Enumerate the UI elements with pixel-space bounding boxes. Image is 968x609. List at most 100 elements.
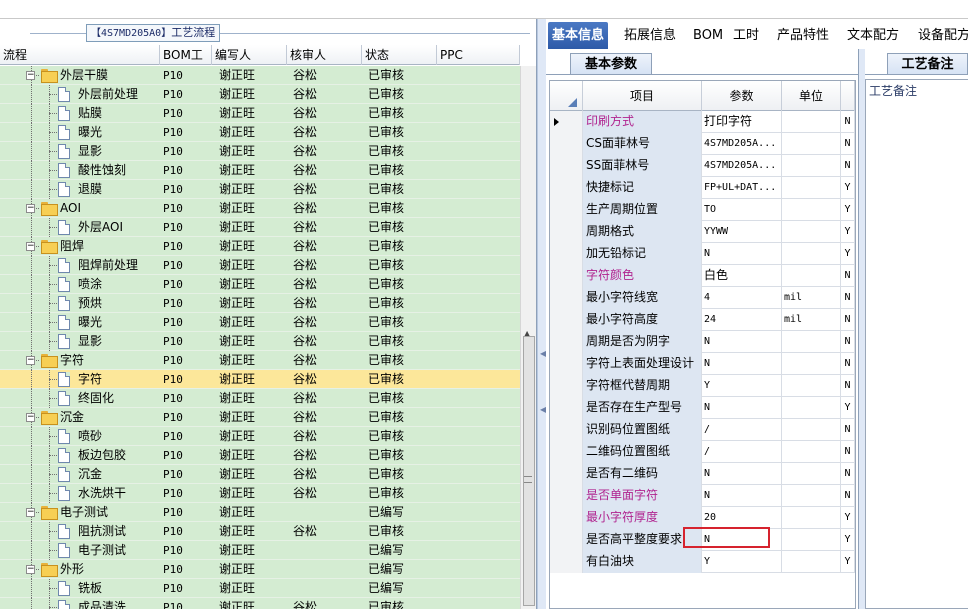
param-unit-cell[interactable] — [782, 441, 841, 463]
tree-row[interactable]: 酸性蚀刻 P10 谢正旺 谷松 已审核 — [0, 161, 520, 180]
param-unit-cell[interactable] — [782, 529, 841, 551]
param-row[interactable]: 有白油块 Y Y — [550, 551, 855, 573]
param-row[interactable]: 周期格式 YYWW Y — [550, 221, 855, 243]
collapse-left-icon[interactable]: ◀ — [540, 350, 546, 358]
tree-row[interactable]: 曝光 P10 谢正旺 谷松 已审核 — [0, 123, 520, 142]
col-header-flow[interactable]: 流程 — [0, 45, 160, 65]
param-value-cell[interactable]: N — [702, 397, 782, 419]
tree-row[interactable]: − 字符 P10 谢正旺 谷松 已审核 — [0, 351, 520, 370]
tab-work-hours[interactable]: 工时 — [729, 22, 763, 49]
row-indicator[interactable] — [550, 463, 583, 485]
param-unit-cell[interactable] — [782, 419, 841, 441]
tab-bom[interactable]: BOM — [689, 22, 727, 49]
tree-row[interactable]: 沉金 P10 谢正旺 谷松 已审核 — [0, 465, 520, 484]
param-unit-cell[interactable] — [782, 155, 841, 177]
param-row[interactable]: SS面菲林号 4S7MD205A... N — [550, 155, 855, 177]
param-unit-cell[interactable] — [782, 507, 841, 529]
param-unit-cell[interactable]: mil — [782, 287, 841, 309]
tab-basic-info[interactable]: 基本信息 — [548, 22, 609, 49]
param-value-cell[interactable]: FP+UL+DAT... — [702, 177, 782, 199]
tree-row[interactable]: 铣板 P10 谢正旺 已编写 — [0, 579, 520, 598]
param-row[interactable]: 最小字符线宽 4 mil N — [550, 287, 855, 309]
collapse-toggle-icon[interactable]: − — [26, 204, 35, 213]
collapse-toggle-icon[interactable]: − — [26, 508, 35, 517]
row-indicator[interactable] — [550, 551, 583, 573]
tab-equipment-recipe[interactable]: 设备配方 — [914, 22, 968, 49]
param-value-cell[interactable]: N — [702, 485, 782, 507]
tree-row[interactable]: − AOI P10 谢正旺 谷松 已审核 — [0, 199, 520, 218]
tree-row[interactable]: 外层前处理 P10 谢正旺 谷松 已审核 — [0, 85, 520, 104]
param-row[interactable]: 是否存在生产型号 N Y — [550, 397, 855, 419]
param-value-cell[interactable]: / — [702, 419, 782, 441]
param-row[interactable]: 最小字符厚度 20 Y — [550, 507, 855, 529]
param-value-cell[interactable]: YYWW — [702, 221, 782, 243]
tab-extended-info[interactable]: 拓展信息 — [620, 22, 680, 49]
tree-row[interactable]: 退膜 P10 谢正旺 谷松 已审核 — [0, 180, 520, 199]
param-row[interactable]: 生产周期位置 TO Y — [550, 199, 855, 221]
tree-row[interactable]: − 沉金 P10 谢正旺 谷松 已审核 — [0, 408, 520, 427]
param-unit-cell[interactable] — [782, 551, 841, 573]
param-unit-cell[interactable] — [782, 221, 841, 243]
param-value-cell[interactable]: / — [702, 441, 782, 463]
row-indicator[interactable] — [550, 177, 583, 199]
tree-row[interactable]: 喷砂 P10 谢正旺 谷松 已审核 — [0, 427, 520, 446]
param-row[interactable]: 字符上表面处理设计 N N — [550, 353, 855, 375]
col-header-unit[interactable]: 单位 — [782, 81, 841, 111]
row-indicator[interactable] — [550, 133, 583, 155]
param-unit-cell[interactable] — [782, 177, 841, 199]
col-header-param[interactable]: 参数 — [702, 81, 782, 111]
tree-row[interactable]: 字符 P10 谢正旺 谷松 已审核 — [0, 370, 520, 389]
param-value-cell[interactable]: N — [702, 331, 782, 353]
param-row[interactable]: 加无铅标记 N Y — [550, 243, 855, 265]
row-indicator-header[interactable] — [550, 81, 583, 111]
param-row[interactable]: 识别码位置图纸 / N — [550, 419, 855, 441]
param-row[interactable]: 字符颜色 白色 N — [550, 265, 855, 287]
param-unit-cell[interactable] — [782, 485, 841, 507]
tab-product-features[interactable]: 产品特性 — [773, 22, 833, 49]
tree-row[interactable]: 显影 P10 谢正旺 谷松 已审核 — [0, 332, 520, 351]
param-unit-cell[interactable] — [782, 111, 841, 133]
param-value-cell[interactable]: 打印字符 — [702, 111, 782, 133]
param-unit-cell[interactable] — [782, 353, 841, 375]
param-value-cell[interactable]: 4 — [702, 287, 782, 309]
tree-row[interactable]: 阻焊前处理 P10 谢正旺 谷松 已审核 — [0, 256, 520, 275]
tree-row[interactable]: 喷涂 P10 谢正旺 谷松 已审核 — [0, 275, 520, 294]
row-indicator[interactable] — [550, 441, 583, 463]
param-row[interactable]: CS面菲林号 4S7MD205A... N — [550, 133, 855, 155]
row-indicator[interactable] — [550, 397, 583, 419]
row-indicator[interactable] — [550, 221, 583, 243]
row-indicator[interactable] — [550, 485, 583, 507]
basic-params-title[interactable]: 基本参数 — [570, 53, 652, 75]
param-value-cell[interactable]: 24 — [702, 309, 782, 331]
tree-row[interactable]: − 外层干膜 P10 谢正旺 谷松 已审核 — [0, 66, 520, 85]
tree-row[interactable]: 阻抗测试 P10 谢正旺 谷松 已审核 — [0, 522, 520, 541]
row-indicator[interactable] — [550, 243, 583, 265]
tree-row[interactable]: 外层AOI P10 谢正旺 谷松 已审核 — [0, 218, 520, 237]
param-value-cell[interactable]: N — [702, 463, 782, 485]
param-value-cell[interactable]: 20 — [702, 507, 782, 529]
param-row[interactable]: 快捷标记 FP+UL+DAT... Y — [550, 177, 855, 199]
collapse-toggle-icon[interactable]: − — [26, 242, 35, 251]
param-unit-cell[interactable] — [782, 243, 841, 265]
tree-row[interactable]: 板边包胶 P10 谢正旺 谷松 已审核 — [0, 446, 520, 465]
param-value-cell[interactable]: Y — [702, 551, 782, 573]
param-unit-cell[interactable]: mil — [782, 309, 841, 331]
col-header-ppc[interactable]: PPC — [437, 45, 520, 65]
row-indicator[interactable] — [550, 265, 583, 287]
process-grid-scrollbar[interactable]: ▲ — [520, 66, 536, 609]
param-value-cell[interactable]: N — [702, 243, 782, 265]
col-header-writer[interactable]: 编写人 — [212, 45, 287, 65]
param-value-cell[interactable]: Y — [702, 375, 782, 397]
row-indicator[interactable] — [550, 111, 583, 133]
col-header-reviewer[interactable]: 核审人 — [287, 45, 362, 65]
param-value-cell[interactable]: 白色 — [702, 265, 782, 287]
row-indicator[interactable] — [550, 375, 583, 397]
collapse-left-icon[interactable]: ◀ — [540, 406, 546, 414]
row-indicator[interactable] — [550, 529, 583, 551]
tree-row[interactable]: 曝光 P10 谢正旺 谷松 已审核 — [0, 313, 520, 332]
tree-row[interactable]: − 电子测试 P10 谢正旺 已编写 — [0, 503, 520, 522]
collapse-toggle-icon[interactable]: − — [26, 71, 35, 80]
row-indicator[interactable] — [550, 507, 583, 529]
param-row[interactable]: 是否有二维码 N N — [550, 463, 855, 485]
row-indicator[interactable] — [550, 309, 583, 331]
